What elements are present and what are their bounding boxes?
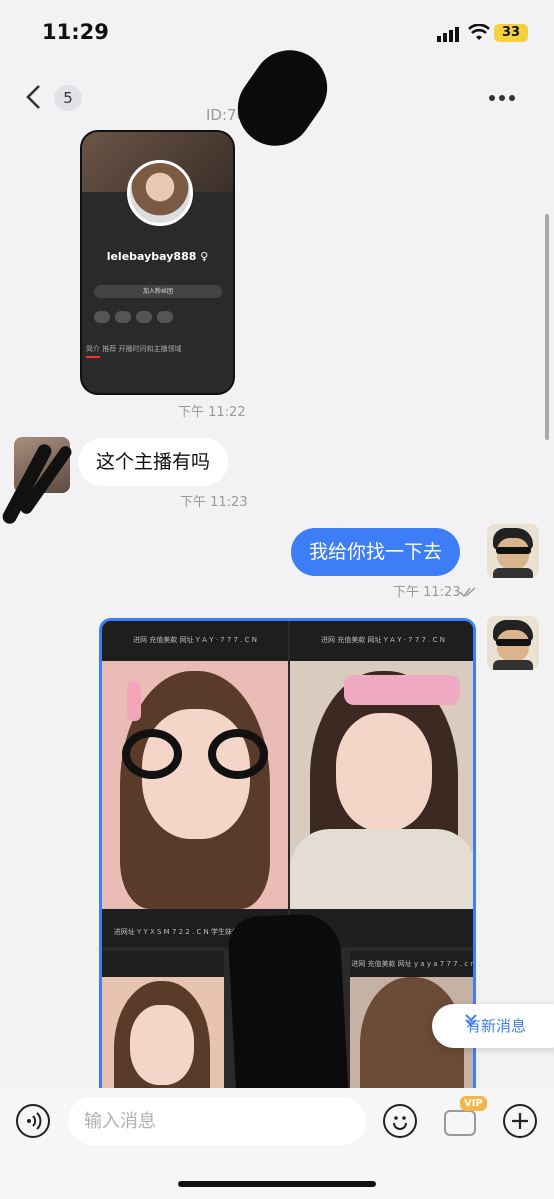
emoji-icon <box>393 1116 407 1130</box>
my-avatar[interactable] <box>487 616 539 670</box>
grid-image <box>102 951 224 1105</box>
profile-tabs: 简介 推荐 开播时间和主播领域 <box>86 345 182 353</box>
home-indicator <box>178 1181 376 1187</box>
battery-indicator: 33 <box>494 24 528 42</box>
vip-badge: VIP <box>460 1096 487 1111</box>
message-input[interactable] <box>68 1097 366 1145</box>
redaction-mark <box>223 35 342 161</box>
message-time: 下午 11:23 <box>180 495 248 510</box>
grid-image: 进网 充值美款 网址 Y A Y · 7 7 7 . C N <box>290 621 473 947</box>
screenshot-image-message[interactable]: lelebaybay888 ♀ 加入粉丝团 简介 推荐 开播时间和主播领域 <box>80 130 235 395</box>
double-check-icon <box>459 583 477 602</box>
image-caption: 进网 充值美款 网址 Y A Y · 7 7 7 . C N <box>321 636 445 644</box>
scrollbar[interactable] <box>545 214 549 440</box>
more-button[interactable] <box>488 80 516 110</box>
emoji-button[interactable] <box>383 1104 417 1138</box>
private-lock-button[interactable] <box>444 1110 476 1136</box>
unread-count-badge: 5 <box>54 85 82 111</box>
image-caption: 进网 充值美款 网址 y a y a 7 7 7 . c n <box>351 960 475 968</box>
more-horizontal-icon <box>489 95 515 101</box>
grid-image: 进网 充值美款 网址 Y A Y · 7 7 7 . C N <box>102 621 288 947</box>
wifi-icon <box>468 23 490 46</box>
message-time: 下午 11:22 <box>178 405 246 420</box>
profile-username: lelebaybay888 ♀ <box>106 250 209 263</box>
image-caption: 进网 充值美款 网址 Y A Y · 7 7 7 . C N <box>133 636 257 644</box>
profile-avatar <box>127 160 193 226</box>
active-tab-underline <box>86 356 100 358</box>
voice-icon <box>27 1112 42 1130</box>
double-chevron-down-icon <box>464 1013 478 1031</box>
more-actions-button[interactable] <box>503 1104 537 1138</box>
message-time: 下午 11:23 <box>393 585 461 600</box>
profile-action-icons <box>94 308 224 323</box>
outgoing-message-bubble[interactable]: 我给你找一下去 <box>291 528 461 576</box>
voice-input-button[interactable] <box>16 1104 50 1138</box>
plus-icon <box>512 1113 528 1129</box>
chevron-left-icon <box>26 85 40 109</box>
join-fan-group-pill: 加入粉丝团 <box>94 285 222 298</box>
status-time: 11:29 <box>42 20 109 44</box>
back-button[interactable] <box>24 84 42 117</box>
new-messages-button[interactable]: 有新消息 <box>432 1004 554 1048</box>
signal-icon <box>437 26 463 46</box>
incoming-message-bubble[interactable]: 这个主播有吗 <box>78 438 229 486</box>
my-avatar[interactable] <box>487 524 539 578</box>
